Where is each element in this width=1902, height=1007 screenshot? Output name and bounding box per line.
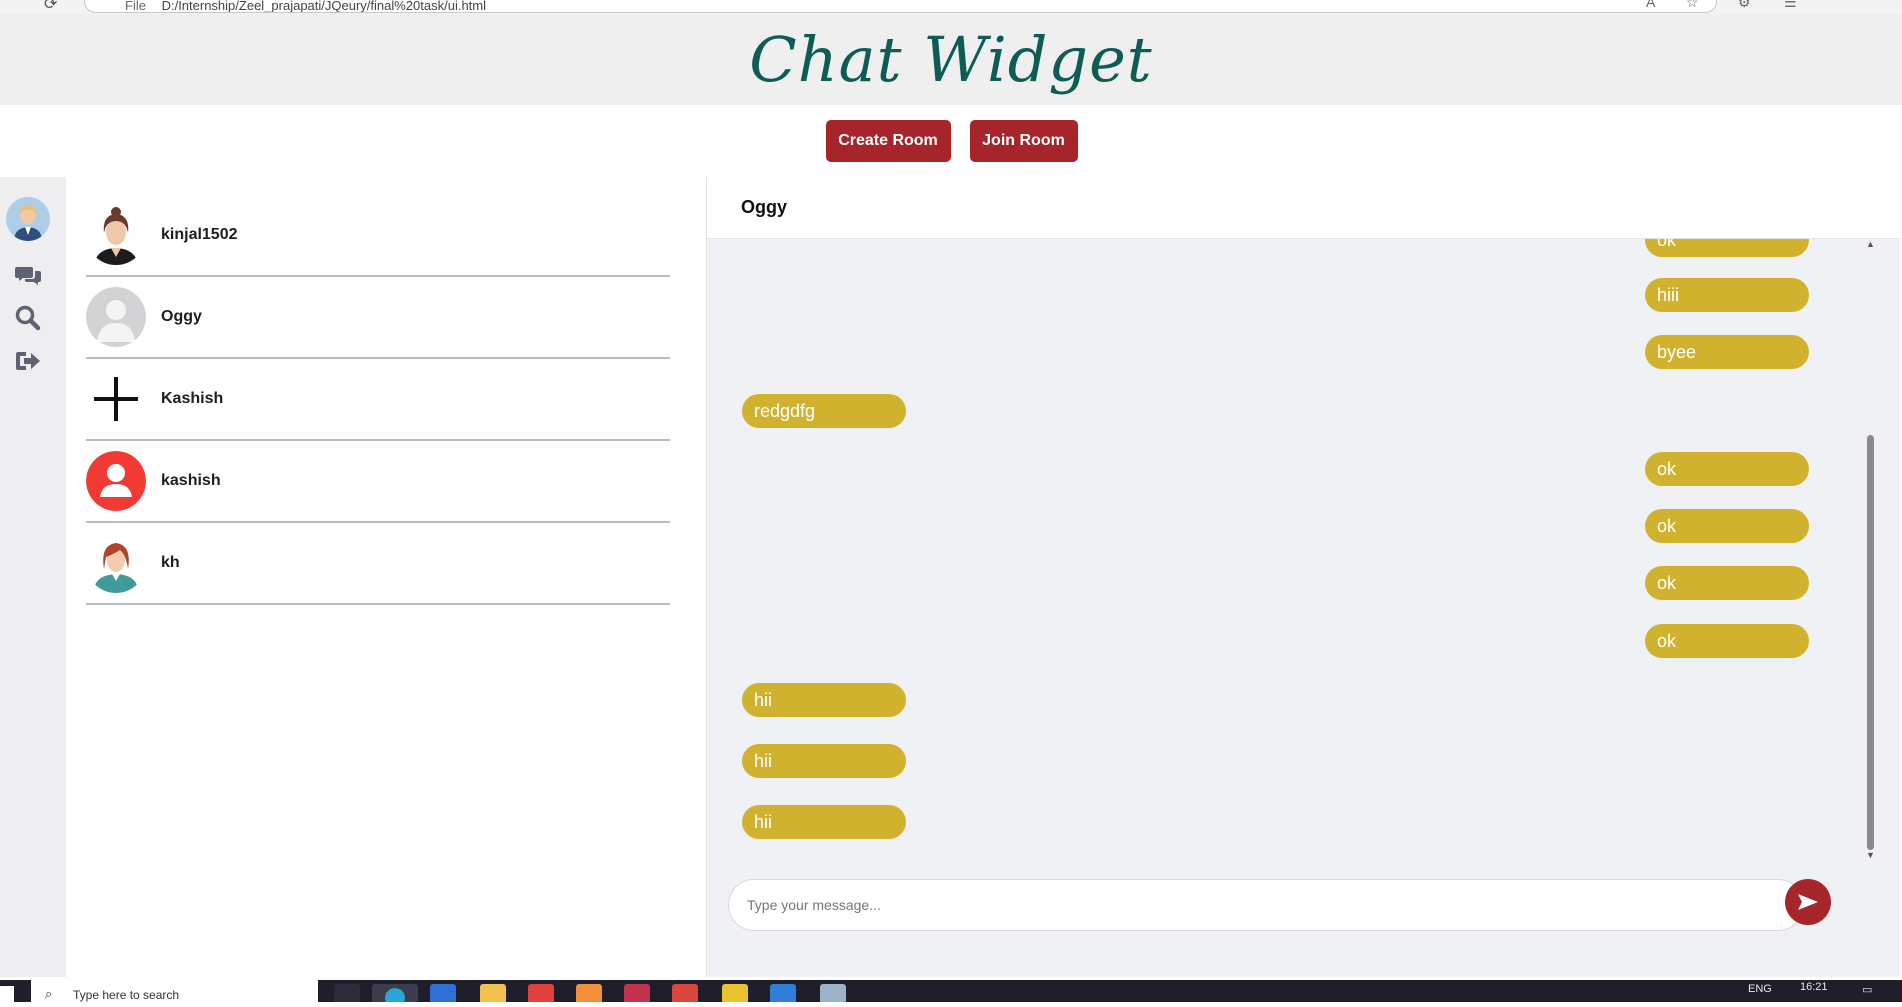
woman-avatar-icon xyxy=(86,205,146,265)
store-app-icon[interactable] xyxy=(430,984,456,1002)
contact-name: Kashish xyxy=(161,390,224,407)
page-title: Chat Widget xyxy=(749,23,1153,96)
file-label: File xyxy=(125,0,146,13)
plus-icon xyxy=(86,369,146,429)
send-button[interactable] xyxy=(1785,879,1831,925)
user-avatar-icon[interactable] xyxy=(6,197,50,241)
contact-item-oggy[interactable]: Oggy xyxy=(86,277,670,359)
scroll-thumb[interactable] xyxy=(1867,435,1874,850)
app-red-icon[interactable] xyxy=(528,984,554,1002)
message-bubble-received: hii xyxy=(742,683,906,717)
contact-name: kh xyxy=(161,554,180,571)
contact-item-kashish-lower[interactable]: kashish xyxy=(86,441,670,523)
red-user-icon xyxy=(86,451,146,511)
message-list[interactable]: ok hiii byee redgdfg ok ok ok ok hii hii… xyxy=(707,239,1887,864)
app-yellow-icon[interactable] xyxy=(722,984,748,1002)
scroll-down-arrow-icon[interactable]: ▼ xyxy=(1866,850,1875,860)
vscode-icon[interactable] xyxy=(770,984,796,1002)
taskbar-search-placeholder: Type here to search xyxy=(73,988,180,1002)
contact-name: kashish xyxy=(161,472,221,489)
language-indicator[interactable]: ENG xyxy=(1748,983,1772,995)
taskbar-search[interactable]: ⌕ Type here to search xyxy=(31,980,318,1002)
favorites-bar-icon[interactable]: ☰ xyxy=(1784,0,1797,11)
message-composer xyxy=(728,879,1804,931)
contact-name: kinjal1502 xyxy=(161,226,238,243)
app-gray-icon[interactable] xyxy=(820,984,846,1002)
icon-rail xyxy=(0,177,66,977)
message-bubble-received: redgdfg xyxy=(742,394,906,428)
chat-panel: Oggy ok hiii byee redgdfg ok ok ok ok hi… xyxy=(707,177,1900,977)
contact-item-kinjal1502[interactable]: kinjal1502 xyxy=(86,195,670,277)
read-aloud-icon[interactable]: A xyxy=(1646,0,1655,10)
default-user-icon xyxy=(86,287,146,347)
contact-item-kh[interactable]: kh xyxy=(86,523,670,605)
message-bubble-received: hii xyxy=(742,805,906,839)
notifications-icon[interactable]: ▭ xyxy=(1862,983,1872,996)
taskbar-search-icon: ⌕ xyxy=(45,986,53,1001)
scroll-up-arrow-icon[interactable]: ▲ xyxy=(1866,239,1875,249)
site-header: Chat Widget xyxy=(0,14,1902,105)
app-orange-icon[interactable] xyxy=(576,984,602,1002)
message-bubble-received: hii xyxy=(742,744,906,778)
chat-header: Oggy xyxy=(707,177,1900,239)
message-scrollbar[interactable]: ▲ ▼ xyxy=(1863,239,1877,864)
message-bubble-sent: ok xyxy=(1645,239,1809,257)
message-bubble-sent: hiii xyxy=(1645,278,1809,312)
message-bubble-sent: ok xyxy=(1645,566,1809,600)
reload-icon[interactable]: ⟳ xyxy=(44,0,57,14)
message-bubble-sent: ok xyxy=(1645,509,1809,543)
contact-item-kashish[interactable]: Kashish xyxy=(86,359,670,441)
search-icon[interactable] xyxy=(14,304,42,332)
url-text: D:/Internship/Zeel_prajapati/JQeury/fina… xyxy=(161,0,487,13)
message-input[interactable] xyxy=(729,880,1803,930)
message-bubble-sent: ok xyxy=(1645,452,1809,486)
message-bubble-sent: byee xyxy=(1645,335,1809,369)
woman-teal-avatar-icon xyxy=(86,533,146,593)
join-room-button[interactable]: Join Room xyxy=(969,120,1078,162)
create-room-button[interactable]: Create Room xyxy=(825,120,951,162)
start-icon[interactable] xyxy=(0,986,14,1002)
contact-name: Oggy xyxy=(161,308,202,325)
chrome-icon[interactable] xyxy=(672,984,698,1002)
address-bar[interactable]: File D:/Internship/Zeel_prajapati/JQeury… xyxy=(84,0,1717,13)
logout-icon[interactable] xyxy=(14,347,42,375)
contact-list: kinjal1502 Oggy Kashish kashish kh xyxy=(66,177,707,977)
file-explorer-icon[interactable] xyxy=(480,984,506,1002)
os-taskbar: ⌕ Type here to search ENG 16:21 ▭ xyxy=(0,980,1902,1007)
browser-toolbar: ⟳ File D:/Internship/Zeel_prajapati/JQeu… xyxy=(0,0,1902,14)
message-bubble-sent: ok xyxy=(1645,624,1809,658)
favorite-star-icon[interactable]: ☆ xyxy=(1686,0,1699,11)
chat-title: Oggy xyxy=(741,197,788,217)
room-toolbar: Create Room Join Room xyxy=(0,105,1902,177)
app-pink-icon[interactable] xyxy=(624,984,650,1002)
edge-browser-icon[interactable] xyxy=(372,984,418,1007)
extensions-icon[interactable]: ⚙ xyxy=(1738,0,1751,11)
chat-bubbles-icon[interactable] xyxy=(14,262,42,290)
clock-time[interactable]: 16:21 xyxy=(1800,981,1828,993)
task-view-icon[interactable] xyxy=(334,984,360,1002)
send-arrow-icon xyxy=(1798,894,1818,910)
